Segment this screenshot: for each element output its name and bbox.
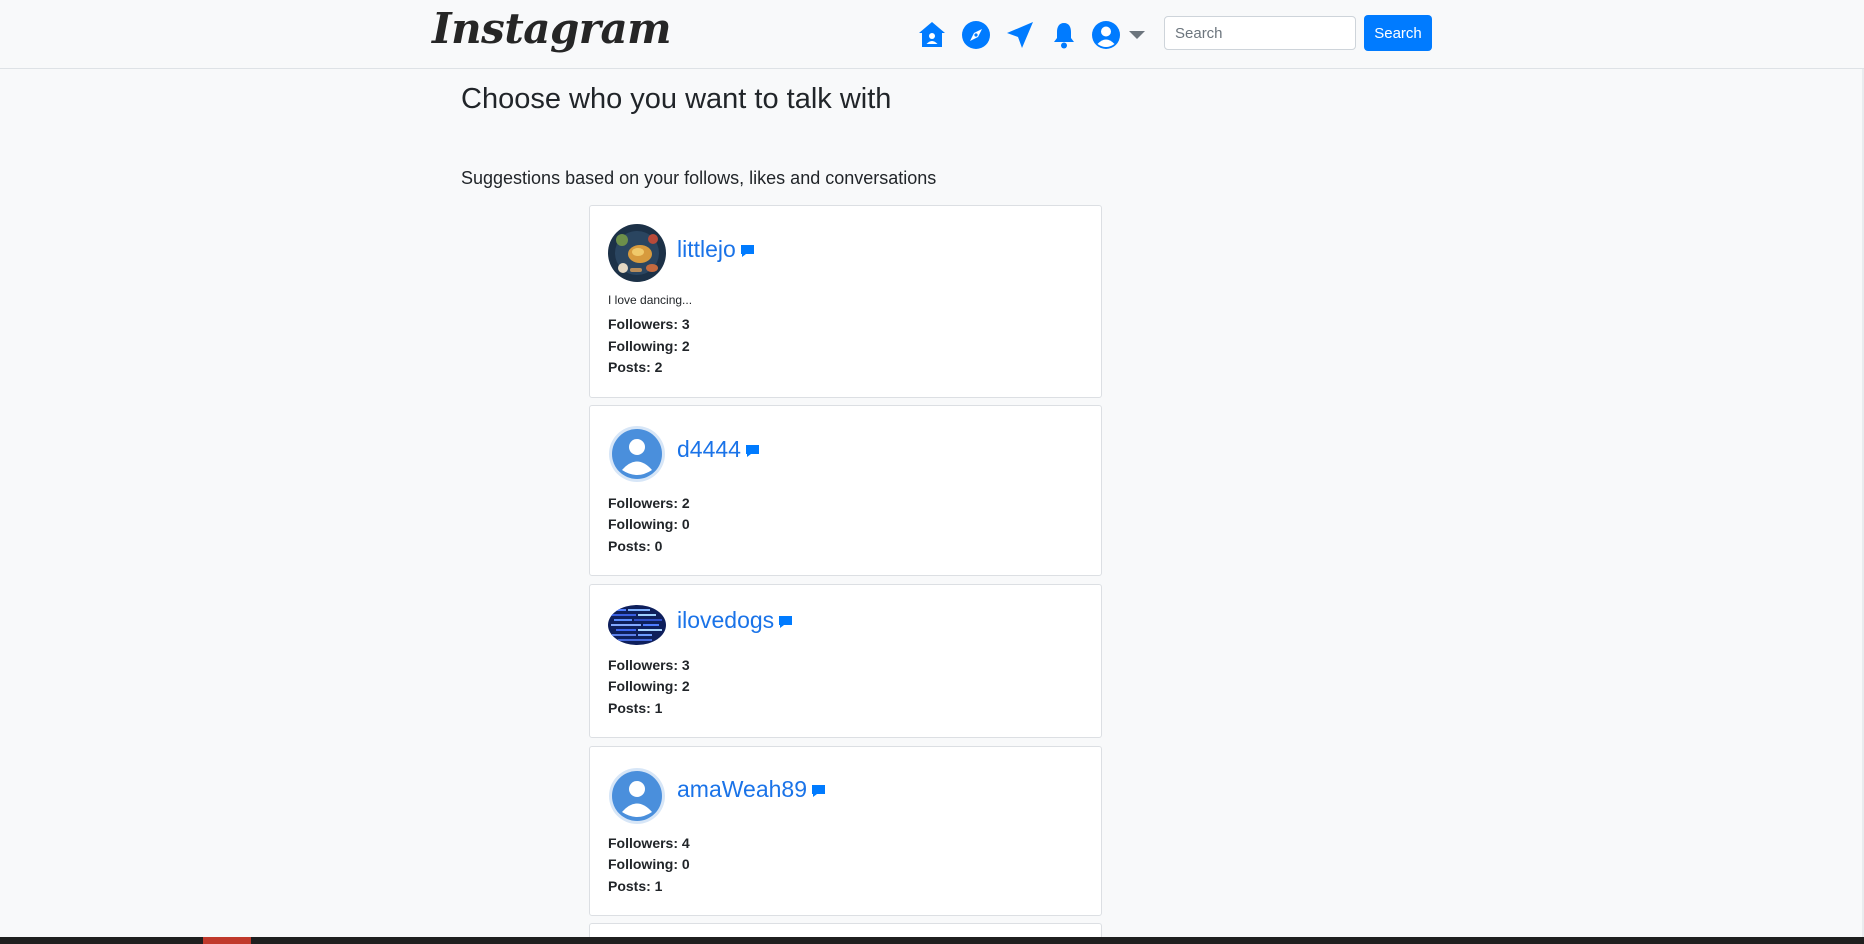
followers-count: Followers: 3: [608, 316, 690, 332]
username-text[interactable]: ilovedogs: [677, 607, 774, 633]
user-card: littlejo I love dancing... Followers: 3 …: [589, 205, 1102, 398]
home-icon[interactable]: [916, 19, 948, 51]
page-title: Choose who you want to talk with: [461, 83, 892, 115]
top-navbar: Instagram Search Search: [0, 0, 1864, 69]
message-icon[interactable]: [778, 608, 793, 635]
taskbar-active-app[interactable]: [203, 937, 251, 944]
message-icon[interactable]: [811, 777, 826, 804]
suggestions-subtitle: Suggestions based on your follows, likes…: [461, 168, 937, 188]
compass-icon[interactable]: [960, 19, 992, 51]
posts-count: Posts: 0: [608, 538, 663, 554]
username-text[interactable]: d4444: [677, 436, 741, 462]
dropdown-caret-icon[interactable]: [1122, 19, 1152, 51]
message-icon[interactable]: [745, 437, 760, 464]
instagram-logo[interactable]: Instagram: [432, 4, 672, 53]
os-taskbar: [0, 937, 1864, 944]
avatar[interactable]: [608, 767, 666, 825]
search-button[interactable]: Search: [1364, 15, 1432, 51]
following-count: Following: 2: [608, 338, 690, 354]
following-count: Following: 0: [608, 856, 690, 872]
avatar[interactable]: [608, 425, 666, 483]
followers-count: Followers: 2: [608, 495, 690, 511]
search-input[interactable]: [1164, 16, 1356, 50]
avatar[interactable]: [608, 224, 666, 282]
username-text[interactable]: amaWeah89: [677, 776, 807, 802]
posts-count: Posts: 1: [608, 878, 663, 894]
username-link[interactable]: ilovedogs: [677, 607, 793, 635]
send-icon[interactable]: [1004, 19, 1036, 51]
posts-count: Posts: 2: [608, 359, 663, 375]
followers-count: Followers: 3: [608, 657, 690, 673]
following-count: Following: 0: [608, 516, 690, 532]
following-count: Following: 2: [608, 678, 690, 694]
avatar[interactable]: [608, 605, 666, 645]
user-bio: I love dancing...: [608, 293, 693, 307]
username-link[interactable]: d4444: [677, 436, 760, 464]
username-link[interactable]: amaWeah89: [677, 776, 826, 804]
bell-icon[interactable]: [1048, 19, 1080, 51]
username-link[interactable]: littlejo: [677, 236, 755, 264]
user-avatar-icon[interactable]: [1090, 19, 1122, 51]
posts-count: Posts: 1: [608, 700, 663, 716]
followers-count: Followers: 4: [608, 835, 690, 851]
user-card: ilovedogs Followers: 3 Following: 2 Post…: [589, 584, 1102, 738]
user-card: d4444 Followers: 2 Following: 0 Posts: 0: [589, 405, 1102, 576]
user-card: amaWeah89 Followers: 4 Following: 0 Post…: [589, 746, 1102, 916]
message-icon[interactable]: [740, 237, 755, 264]
username-text[interactable]: littlejo: [677, 236, 736, 262]
